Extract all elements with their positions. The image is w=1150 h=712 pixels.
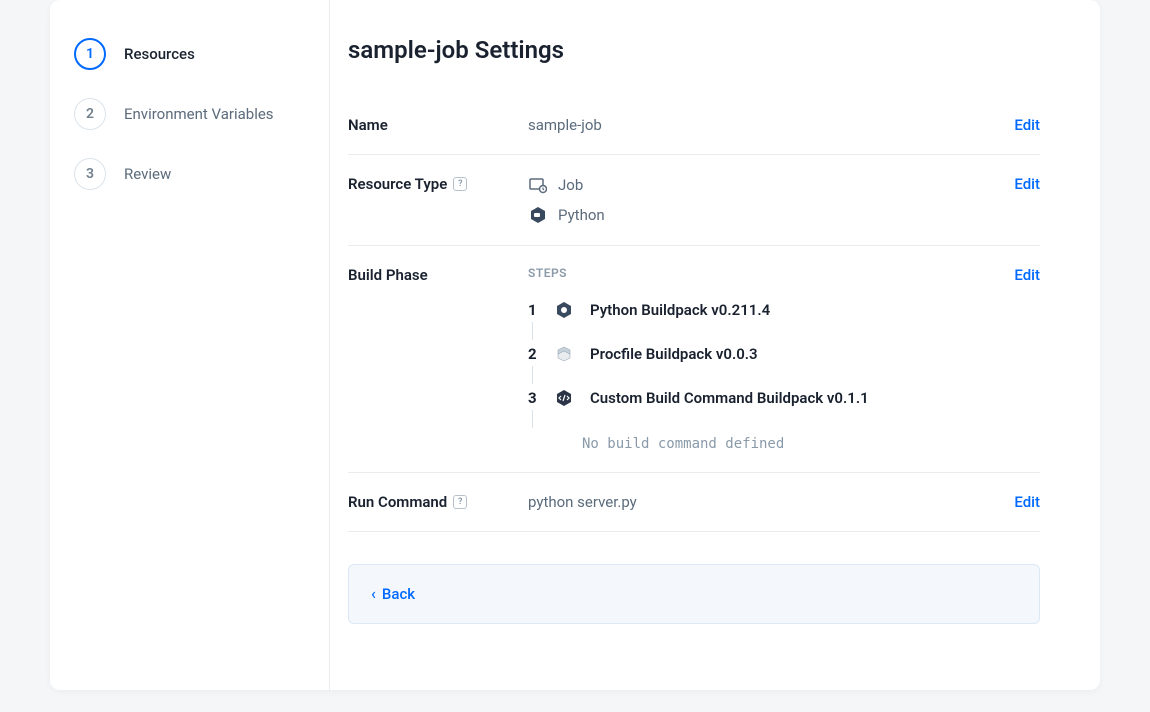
python-icon	[528, 205, 548, 225]
chevron-left-icon: ‹	[371, 586, 376, 602]
step-connector	[532, 366, 533, 384]
step-connector	[532, 322, 533, 340]
procfile-icon	[554, 344, 574, 364]
sidebar-step-env-vars[interactable]: 2 Environment Variables	[50, 84, 329, 144]
custom-icon	[554, 388, 574, 408]
back-label: Back	[382, 585, 415, 603]
sidebar-step-resources[interactable]: 1 Resources	[50, 24, 329, 84]
resource-row-text: Job	[558, 176, 583, 194]
edit-build-phase-button[interactable]: Edit	[1014, 266, 1040, 452]
main-content: sample-job Settings Name sample-job Edit…	[330, 0, 1100, 690]
name-value: sample-job	[528, 116, 1014, 134]
step-label: Environment Variables	[124, 105, 274, 123]
build-step-name: Python Buildpack v0.211.4	[590, 301, 770, 319]
step-label: Review	[124, 165, 171, 183]
resource-row-text: Python	[558, 206, 605, 224]
resource-type-section: Resource Type ? Job Python Edit	[348, 155, 1040, 246]
section-label-run-command: Run Command ?	[348, 493, 528, 511]
section-label-name: Name	[348, 116, 528, 134]
name-section: Name sample-job Edit	[348, 96, 1040, 155]
step-connector	[532, 410, 533, 428]
build-step-2: 2 Procfile Buildpack v0.0.3	[528, 344, 1014, 388]
sidebar: 1 Resources 2 Environment Variables 3 Re…	[50, 0, 330, 690]
python-icon	[554, 300, 574, 320]
build-step-num: 3	[528, 389, 538, 407]
run-command-value: python server.py	[528, 493, 1014, 511]
back-button[interactable]: ‹ Back	[371, 585, 1017, 603]
resource-type-label-text: Resource Type	[348, 175, 447, 193]
job-icon	[528, 175, 548, 195]
build-step-name: Custom Build Command Buildpack v0.1.1	[590, 389, 869, 407]
sidebar-step-review[interactable]: 3 Review	[50, 144, 329, 204]
resource-row-job: Job	[528, 175, 1014, 195]
section-label-build-phase: Build Phase	[348, 266, 528, 452]
footer-bar: ‹ Back	[348, 564, 1040, 624]
help-icon[interactable]: ?	[453, 495, 467, 509]
steps-header: STEPS	[528, 266, 1014, 280]
edit-resource-type-button[interactable]: Edit	[1014, 175, 1040, 225]
build-phase-section: Build Phase STEPS 1 Python Buildpack v0.…	[348, 246, 1040, 473]
edit-name-button[interactable]: Edit	[1014, 116, 1040, 134]
build-step-3: 3 Custom Build Command Buildpack v0.1.1	[528, 388, 1014, 432]
resource-type-body: Job Python	[528, 175, 1014, 225]
build-step-num: 1	[528, 301, 538, 319]
step-number-badge: 3	[74, 158, 106, 190]
run-command-section: Run Command ? python server.py Edit	[348, 473, 1040, 532]
settings-card: 1 Resources 2 Environment Variables 3 Re…	[50, 0, 1100, 690]
build-step-1: 1 Python Buildpack v0.211.4	[528, 300, 1014, 344]
build-phase-body: STEPS 1 Python Buildpack v0.211.4 2 Pro	[528, 266, 1014, 452]
help-icon[interactable]: ?	[453, 177, 467, 191]
no-build-command-text: No build command defined	[582, 436, 1014, 452]
step-number-badge: 2	[74, 98, 106, 130]
step-label: Resources	[124, 45, 195, 63]
section-label-resource-type: Resource Type ?	[348, 175, 528, 225]
resource-row-python: Python	[528, 205, 1014, 225]
edit-run-command-button[interactable]: Edit	[1014, 493, 1040, 511]
build-step-name: Procfile Buildpack v0.0.3	[590, 345, 758, 363]
page-title: sample-job Settings	[348, 36, 1040, 64]
build-step-num: 2	[528, 345, 538, 363]
run-command-label-text: Run Command	[348, 493, 447, 511]
step-number-badge: 1	[74, 38, 106, 70]
